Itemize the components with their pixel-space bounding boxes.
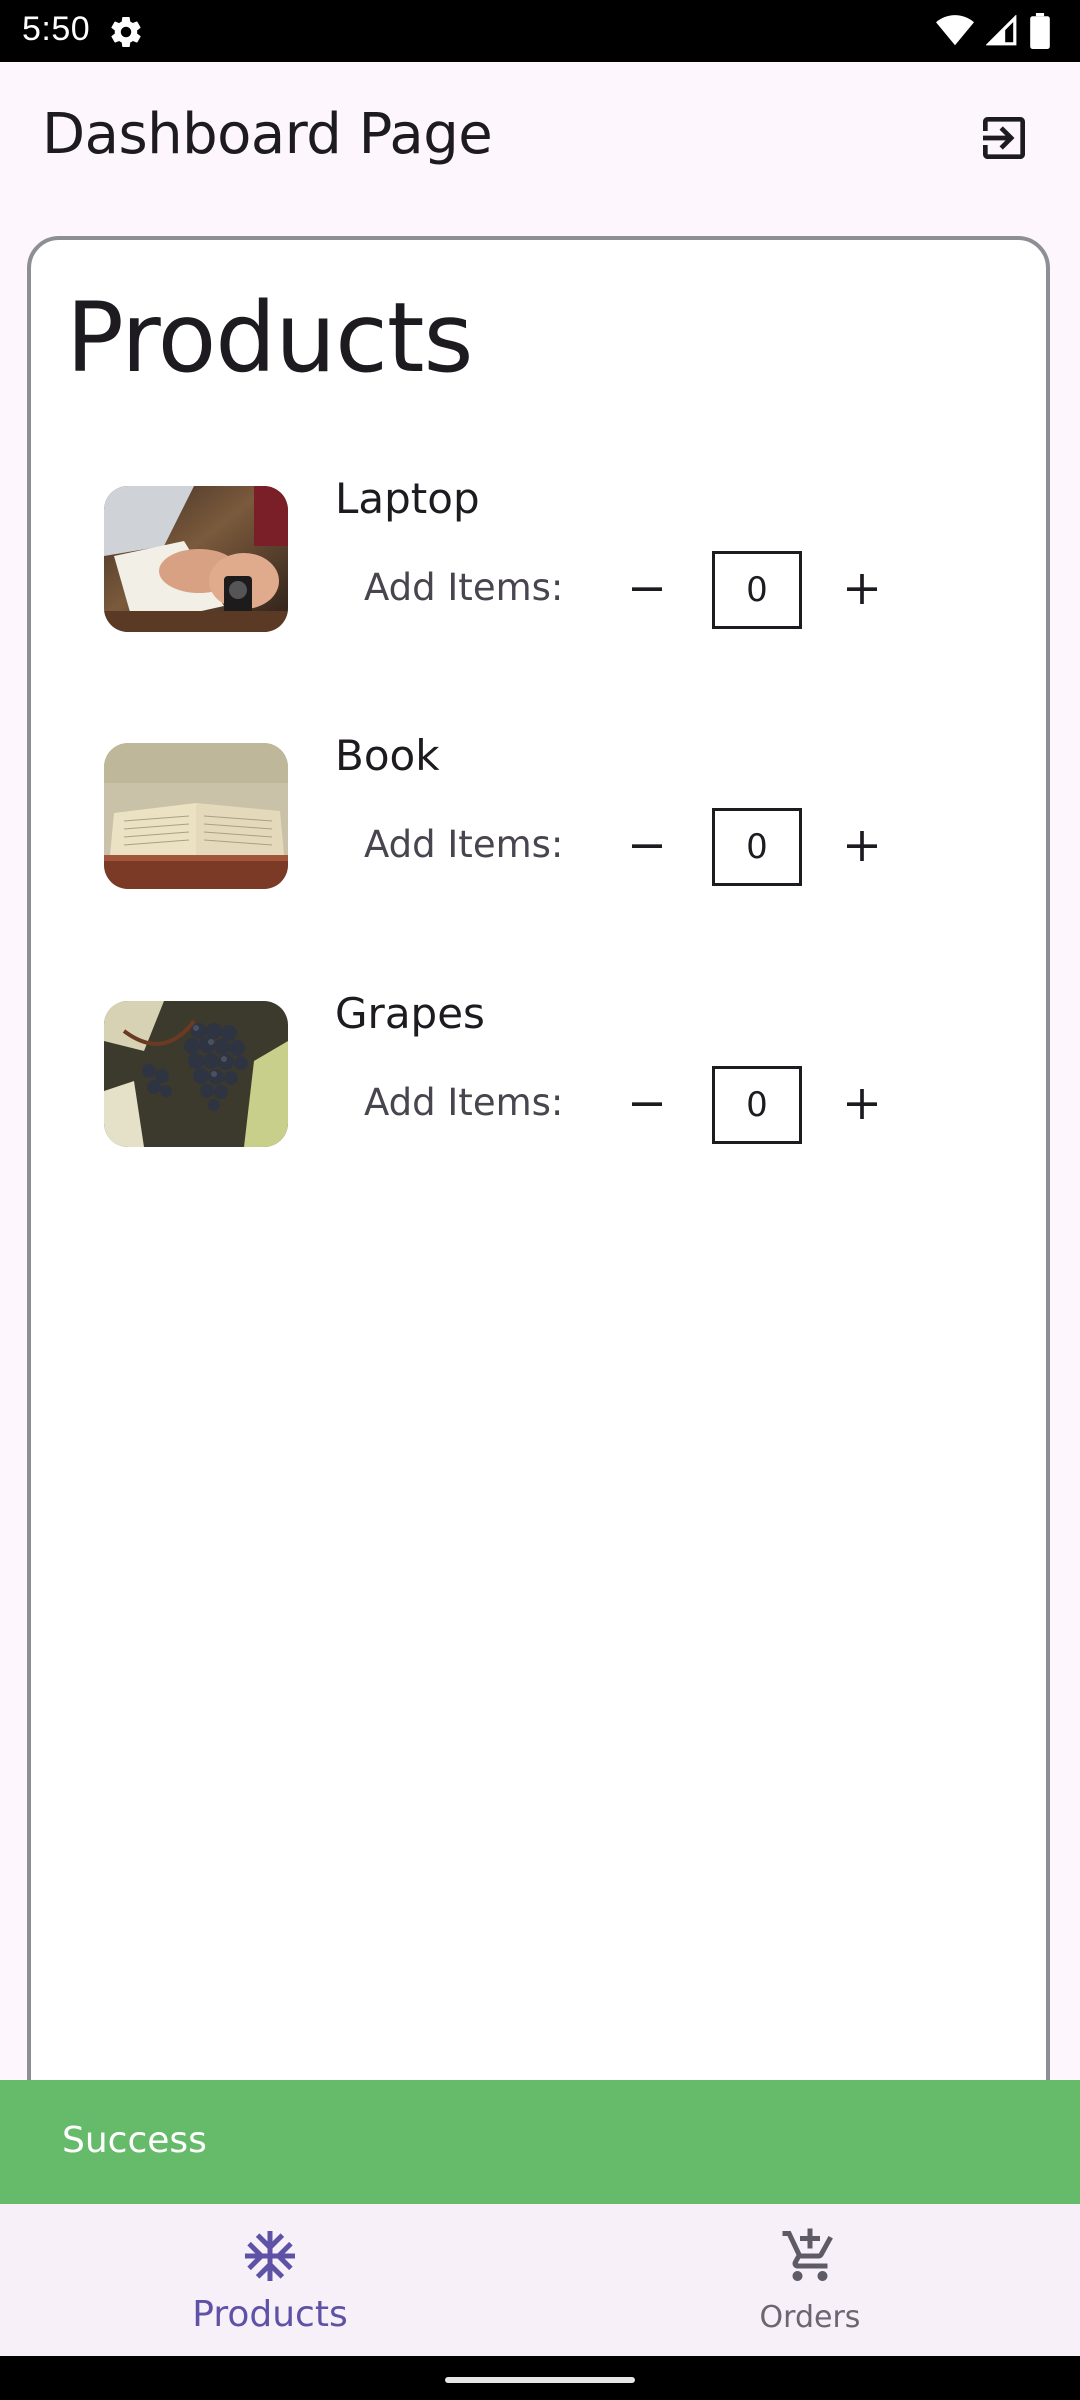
plus-icon bbox=[847, 1089, 877, 1119]
system-navigation-bar bbox=[0, 2356, 1080, 2400]
snowflake-icon bbox=[245, 2231, 295, 2281]
status-time: 5:50 bbox=[22, 10, 91, 48]
logout-icon bbox=[983, 117, 1025, 159]
add-shopping-cart-icon bbox=[782, 2228, 833, 2281]
nav-item-products[interactable]: Products bbox=[0, 2204, 540, 2356]
quantity-field[interactable]: 0 bbox=[712, 808, 802, 886]
quantity-field[interactable]: 0 bbox=[712, 1066, 802, 1144]
quantity-field[interactable]: 0 bbox=[712, 551, 802, 629]
bottom-navigation: Products Orders bbox=[0, 2204, 1080, 2356]
cellular-signal-icon bbox=[986, 15, 1017, 46]
nav-label-orders: Orders bbox=[759, 2300, 861, 2335]
minus-icon bbox=[632, 844, 662, 848]
status-bar: 5:50 bbox=[0, 0, 1080, 62]
success-snackbar: Success bbox=[0, 2080, 1080, 2204]
nav-label-products: Products bbox=[192, 2294, 348, 2335]
snackbar-message: Success bbox=[62, 2120, 207, 2161]
app-bar: Dashboard Page bbox=[0, 62, 1080, 212]
add-items-label: Add Items: bbox=[364, 566, 564, 609]
battery-icon bbox=[1030, 13, 1050, 49]
plus-icon bbox=[847, 831, 877, 861]
page-title: Dashboard Page bbox=[42, 102, 493, 167]
product-name: Laptop bbox=[335, 474, 480, 523]
products-card: Products Laptop Add Items: 0 Book Add It… bbox=[27, 236, 1050, 2400]
decrease-quantity-button[interactable] bbox=[612, 1069, 682, 1139]
increase-quantity-button[interactable] bbox=[827, 1069, 897, 1139]
grapes-image bbox=[104, 1001, 288, 1147]
add-items-label: Add Items: bbox=[364, 1081, 564, 1124]
plus-icon bbox=[847, 574, 877, 604]
product-row-grapes: Grapes Add Items: 0 bbox=[104, 989, 984, 1151]
dashboard-screen: 5:50 Dashboard Page Products Laptop Add … bbox=[0, 0, 1080, 2400]
decrease-quantity-button[interactable] bbox=[612, 811, 682, 881]
status-icons bbox=[936, 12, 1050, 50]
laptop-image bbox=[104, 486, 288, 632]
increase-quantity-button[interactable] bbox=[827, 554, 897, 624]
decrease-quantity-button[interactable] bbox=[612, 554, 682, 624]
product-row-laptop: Laptop Add Items: 0 bbox=[104, 474, 984, 636]
minus-icon bbox=[632, 587, 662, 591]
add-items-label: Add Items: bbox=[364, 823, 564, 866]
products-heading: Products bbox=[66, 282, 474, 394]
product-name: Grapes bbox=[335, 989, 485, 1038]
nav-item-orders[interactable]: Orders bbox=[540, 2204, 1080, 2356]
settings-gear-icon bbox=[111, 17, 141, 48]
increase-quantity-button[interactable] bbox=[827, 811, 897, 881]
book-image bbox=[104, 743, 288, 889]
home-gesture-handle[interactable] bbox=[445, 2377, 635, 2383]
minus-icon bbox=[632, 1102, 662, 1106]
logout-button[interactable] bbox=[968, 102, 1040, 174]
product-row-book: Book Add Items: 0 bbox=[104, 731, 984, 893]
wifi-icon bbox=[936, 15, 974, 46]
product-name: Book bbox=[335, 731, 440, 780]
